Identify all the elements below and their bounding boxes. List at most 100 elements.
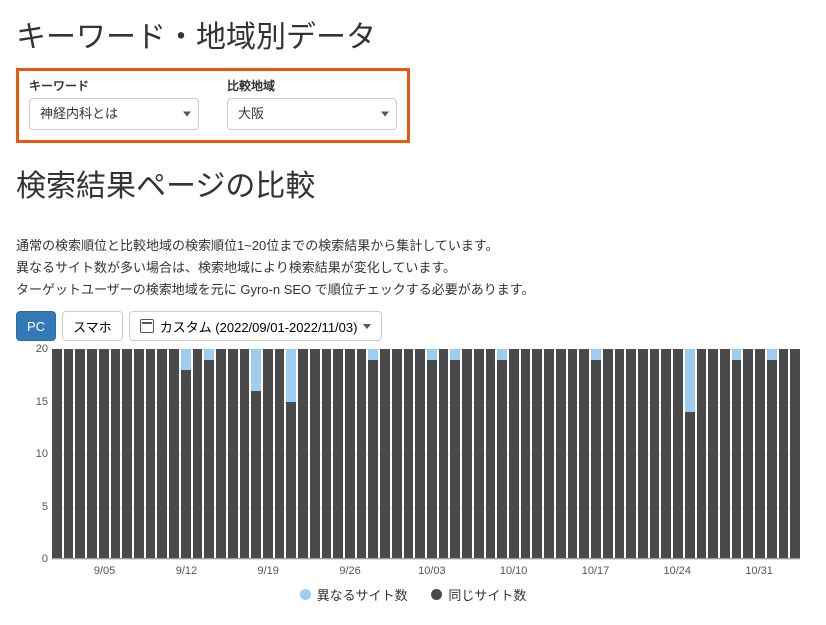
bar-column[interactable] — [181, 349, 191, 558]
bar-column[interactable] — [626, 349, 636, 558]
bar-segment-same — [591, 360, 601, 559]
bar-segment-same — [251, 391, 261, 558]
bar-column[interactable] — [521, 349, 531, 558]
bar-column[interactable] — [509, 349, 519, 558]
bar-column[interactable] — [228, 349, 238, 558]
bar-column[interactable] — [556, 349, 566, 558]
bar-column[interactable] — [486, 349, 496, 558]
bar-column[interactable] — [333, 349, 343, 558]
bar-column[interactable] — [404, 349, 414, 558]
bar-segment-same — [169, 349, 179, 558]
bar-segment-same — [462, 349, 472, 558]
bar-column[interactable] — [157, 349, 167, 558]
bar-segment-diff — [251, 349, 261, 391]
bar-column[interactable] — [298, 349, 308, 558]
device-pc-button[interactable]: PC — [16, 311, 56, 341]
bar-column[interactable] — [544, 349, 554, 558]
y-axis-tick: 20 — [36, 343, 48, 355]
bar-column[interactable] — [286, 349, 296, 558]
bar-column[interactable] — [743, 349, 753, 558]
bar-column[interactable] — [87, 349, 97, 558]
bar-column[interactable] — [603, 349, 613, 558]
region-select[interactable]: 大阪 — [227, 98, 397, 130]
bar-column[interactable] — [52, 349, 62, 558]
y-axis-tick: 15 — [36, 396, 48, 408]
bar-column[interactable] — [240, 349, 250, 558]
bar-column[interactable] — [497, 349, 507, 558]
bar-segment-same — [64, 349, 74, 558]
bar-column[interactable] — [767, 349, 777, 558]
bar-segment-same — [99, 349, 109, 558]
bar-column[interactable] — [532, 349, 542, 558]
bar-segment-same — [779, 349, 789, 558]
bar-column[interactable] — [310, 349, 320, 558]
bar-segment-same — [486, 349, 496, 558]
bar-column[interactable] — [439, 349, 449, 558]
bar-column[interactable] — [111, 349, 121, 558]
bar-segment-same — [204, 360, 214, 559]
bar-column[interactable] — [64, 349, 74, 558]
x-axis-tick: 9/19 — [258, 565, 279, 577]
bar-column[interactable] — [732, 349, 742, 558]
legend-item-diff[interactable]: 異なるサイト数 — [300, 585, 408, 604]
legend-label: 同じサイト数 — [448, 585, 526, 604]
bar-column[interactable] — [263, 349, 273, 558]
keyword-select[interactable]: 神経内科とは — [29, 98, 199, 130]
bar-segment-same — [673, 349, 683, 558]
bar-segment-same — [111, 349, 121, 558]
bar-column[interactable] — [779, 349, 789, 558]
bar-column[interactable] — [474, 349, 484, 558]
bar-column[interactable] — [216, 349, 226, 558]
bar-column[interactable] — [708, 349, 718, 558]
bar-column[interactable] — [75, 349, 85, 558]
bar-segment-same — [755, 349, 765, 558]
legend-item-same[interactable]: 同じサイト数 — [431, 585, 526, 604]
bar-column[interactable] — [251, 349, 261, 558]
bar-column[interactable] — [169, 349, 179, 558]
bar-column[interactable] — [146, 349, 156, 558]
bar-segment-same — [380, 349, 390, 558]
bar-column[interactable] — [415, 349, 425, 558]
bar-segment-diff — [450, 349, 460, 359]
bar-segment-same — [790, 349, 800, 558]
bar-column[interactable] — [661, 349, 671, 558]
bar-segment-same — [298, 349, 308, 558]
bar-column[interactable] — [134, 349, 144, 558]
bar-column[interactable] — [122, 349, 132, 558]
bar-column[interactable] — [450, 349, 460, 558]
bar-column[interactable] — [99, 349, 109, 558]
bar-column[interactable] — [380, 349, 390, 558]
calendar-icon — [140, 319, 154, 333]
bar-column[interactable] — [579, 349, 589, 558]
bar-segment-same — [333, 349, 343, 558]
bar-column[interactable] — [322, 349, 332, 558]
bar-segment-same — [626, 349, 636, 558]
device-sp-button[interactable]: スマホ — [62, 311, 123, 341]
bar-column[interactable] — [345, 349, 355, 558]
bar-column[interactable] — [615, 349, 625, 558]
bar-segment-same — [134, 349, 144, 558]
bar-column[interactable] — [755, 349, 765, 558]
bar-column[interactable] — [427, 349, 437, 558]
bar-column[interactable] — [650, 349, 660, 558]
bar-column[interactable] — [790, 349, 800, 558]
bar-segment-same — [427, 360, 437, 559]
date-range-button[interactable]: カスタム (2022/09/01-2022/11/03) — [129, 311, 383, 341]
bar-column[interactable] — [392, 349, 402, 558]
bar-column[interactable] — [204, 349, 214, 558]
bar-column[interactable] — [568, 349, 578, 558]
bar-segment-same — [568, 349, 578, 558]
bar-column[interactable] — [462, 349, 472, 558]
bar-column[interactable] — [591, 349, 601, 558]
bar-column[interactable] — [275, 349, 285, 558]
bar-column[interactable] — [697, 349, 707, 558]
bar-column[interactable] — [673, 349, 683, 558]
bar-column[interactable] — [638, 349, 648, 558]
bar-column[interactable] — [720, 349, 730, 558]
bar-column[interactable] — [357, 349, 367, 558]
bar-column[interactable] — [193, 349, 203, 558]
bar-column[interactable] — [368, 349, 378, 558]
bar-column[interactable] — [685, 349, 695, 558]
bar-segment-diff — [685, 349, 695, 412]
x-axis-tick: 10/03 — [418, 565, 446, 577]
